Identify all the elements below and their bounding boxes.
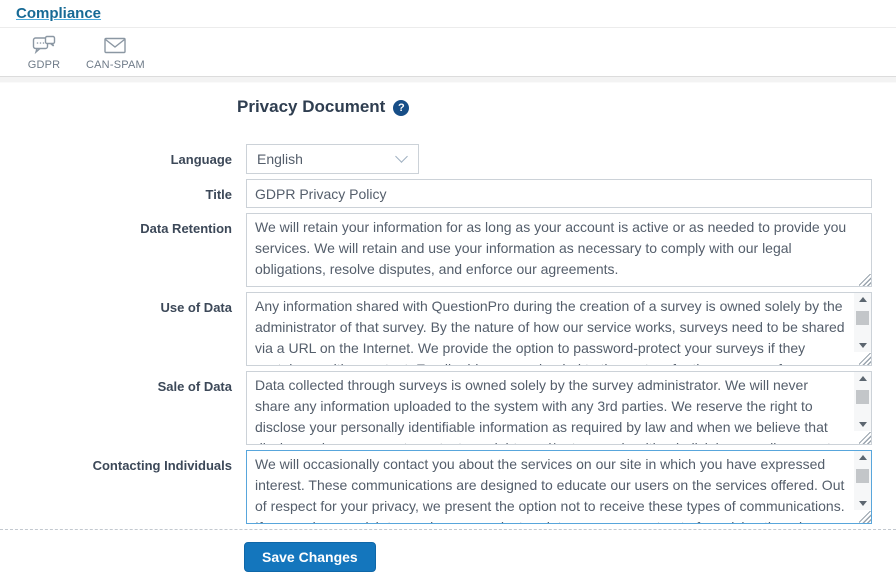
resize-grip[interactable]: [859, 353, 871, 365]
resize-grip[interactable]: [859, 432, 871, 444]
resize-grip[interactable]: [859, 511, 871, 523]
data-retention-label: Data Retention: [0, 213, 232, 236]
scroll-up-icon[interactable]: [854, 293, 871, 306]
canspam-icon: [102, 34, 128, 57]
toolbar-item-gdpr[interactable]: GDPR: [20, 33, 68, 72]
form-row-language: Language English: [0, 144, 896, 174]
use-of-data-label: Use of Data: [0, 292, 232, 315]
toolbar-item-canspam[interactable]: CAN-SPAM: [82, 33, 149, 72]
scroll-up-icon[interactable]: [854, 451, 871, 464]
top-navigation: Compliance: [0, 0, 896, 27]
page-title: Privacy Document: [237, 97, 385, 117]
scrollbar-track[interactable]: [854, 385, 871, 418]
title-label: Title: [0, 179, 232, 202]
contacting-individuals-label: Contacting Individuals: [0, 450, 232, 473]
scrollbar-track[interactable]: [854, 464, 871, 497]
scroll-thumb[interactable]: [856, 390, 869, 405]
scroll-thumb[interactable]: [856, 469, 869, 484]
main-content: Privacy Document ? Language English Titl…: [0, 83, 896, 572]
help-icon[interactable]: ?: [393, 100, 409, 116]
form-row-contacting-individuals: Contacting Individuals We will occasiona…: [0, 450, 896, 524]
form-row-use-of-data: Use of Data Any information shared with …: [0, 292, 896, 366]
scroll-down-icon[interactable]: [854, 497, 871, 510]
scroll-down-icon[interactable]: [854, 418, 871, 431]
scrollbar[interactable]: [854, 372, 871, 431]
scroll-up-icon[interactable]: [854, 372, 871, 385]
sale-of-data-textarea[interactable]: Data collected through surveys is owned …: [246, 371, 872, 445]
compliance-toolbar: GDPR CAN-SPAM: [0, 27, 896, 77]
sale-of-data-label: Sale of Data: [0, 371, 232, 394]
language-select-value: English: [257, 151, 303, 167]
contacting-individuals-text: We will occasionally contact you about t…: [247, 451, 854, 523]
data-retention-text: We will retain your information for as l…: [247, 214, 871, 286]
title-input[interactable]: [246, 179, 872, 208]
scroll-thumb[interactable]: [856, 311, 869, 326]
breadcrumb[interactable]: Compliance: [16, 5, 101, 22]
scroll-down-icon[interactable]: [854, 339, 871, 352]
form-row-title: Title: [0, 179, 896, 208]
form-row-sale-of-data: Sale of Data Data collected through surv…: [0, 371, 896, 445]
sale-of-data-text: Data collected through surveys is owned …: [247, 372, 854, 444]
chevron-down-icon: [395, 150, 408, 163]
resize-grip[interactable]: [859, 274, 871, 286]
toolbar-item-canspam-label: CAN-SPAM: [86, 59, 145, 71]
language-label: Language: [0, 144, 232, 167]
scrollbar[interactable]: [854, 451, 871, 510]
data-retention-textarea[interactable]: We will retain your information for as l…: [246, 213, 872, 287]
use-of-data-textarea[interactable]: Any information shared with QuestionPro …: [246, 292, 872, 366]
privacy-document-form: Language English Title Data Retention We…: [0, 144, 896, 572]
language-select[interactable]: English: [246, 144, 419, 174]
toolbar-item-gdpr-label: GDPR: [28, 59, 61, 71]
scrollbar[interactable]: [854, 293, 871, 352]
save-changes-button[interactable]: Save Changes: [244, 542, 376, 572]
gdpr-icon: [32, 34, 56, 57]
scrollbar-track[interactable]: [854, 306, 871, 339]
contacting-individuals-textarea[interactable]: We will occasionally contact you about t…: [246, 450, 872, 524]
form-row-data-retention: Data Retention We will retain your infor…: [0, 213, 896, 287]
use-of-data-text: Any information shared with QuestionPro …: [247, 293, 854, 365]
section-divider: [0, 529, 896, 530]
